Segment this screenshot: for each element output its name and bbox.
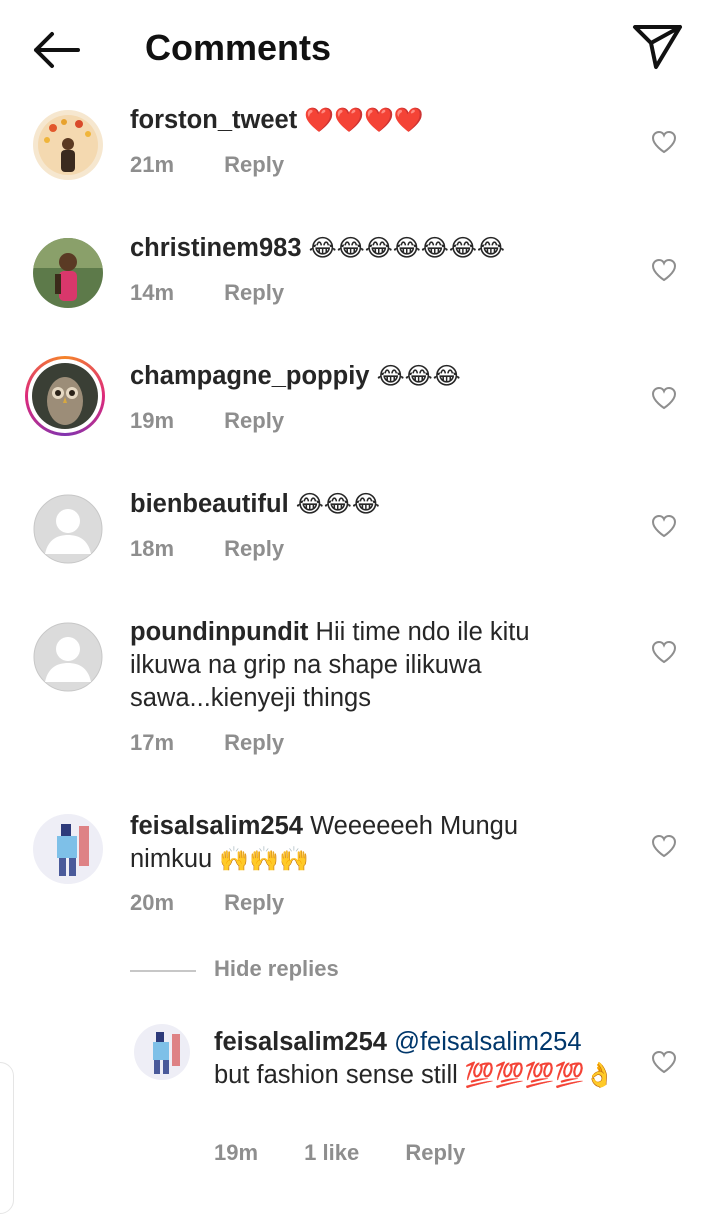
heart-icon[interactable]: [651, 130, 677, 154]
avatar[interactable]: [33, 494, 103, 564]
comment-item: feisalsalim254 Weeeeeeh Mungu nimkuu 🙌🙌🙌…: [0, 806, 720, 936]
comment-username[interactable]: champagne_poppiy: [130, 362, 369, 390]
comment-time: 20m: [130, 890, 175, 915]
top-bar: Comments: [0, 0, 720, 96]
reply-button[interactable]: Reply: [224, 536, 284, 562]
comment-username[interactable]: feisalsalim254: [130, 812, 303, 840]
reply-button[interactable]: Reply: [224, 152, 284, 178]
reply-button[interactable]: Reply: [405, 1140, 465, 1166]
avatar[interactable]: [33, 110, 103, 180]
comment-item: forston_tweet ❤️❤️❤️❤️ 21m Reply: [0, 100, 720, 220]
edge-panel-handle[interactable]: [0, 1062, 14, 1214]
reply-emoji: 💯💯💯💯👌: [464, 1061, 615, 1089]
comment-emoji: 😂😂😂: [376, 362, 461, 390]
comment-username[interactable]: forston_tweet: [130, 106, 297, 134]
reply-username[interactable]: feisalsalim254: [214, 1028, 387, 1056]
heart-icon[interactable]: [651, 834, 677, 858]
reply-text: but fashion sense still: [214, 1061, 458, 1089]
back-arrow-icon[interactable]: [28, 26, 84, 74]
comment-emoji: 😂😂😂: [295, 490, 380, 518]
heart-icon[interactable]: [651, 640, 677, 664]
reply-button[interactable]: Reply: [224, 890, 284, 916]
divider: [130, 970, 196, 972]
comment-username[interactable]: poundinpundit: [130, 618, 308, 646]
comment-time: 14m: [130, 280, 175, 305]
reply-time: 19m: [214, 1140, 259, 1165]
reply-button[interactable]: Reply: [224, 408, 284, 434]
avatar[interactable]: [134, 1024, 190, 1080]
comment-item: bienbeautiful 😂😂😂 18m Reply: [0, 484, 720, 604]
avatar[interactable]: [33, 238, 103, 308]
heart-icon[interactable]: [651, 514, 677, 538]
hide-replies-label[interactable]: Hide replies: [214, 956, 339, 982]
comment-username[interactable]: christinem983: [130, 234, 302, 262]
comment-time: 21m: [130, 152, 175, 177]
comment-item: champagne_poppiy 😂😂😂 19m Reply: [0, 356, 720, 476]
comment-username[interactable]: bienbeautiful: [130, 490, 289, 518]
comment-time: 19m: [130, 408, 175, 433]
comment-item: poundinpundit Hii time ndo ile kitu ilku…: [0, 612, 720, 782]
avatar[interactable]: [33, 814, 103, 884]
comment-time: 18m: [130, 536, 175, 561]
heart-icon[interactable]: [651, 258, 677, 282]
comment-time: 17m: [130, 730, 175, 755]
send-icon[interactable]: [630, 22, 686, 72]
comment-emoji: 🙌🙌🙌: [219, 845, 309, 873]
comment-emoji: 😂😂😂😂😂😂😂: [308, 234, 505, 262]
heart-icon[interactable]: [651, 1050, 677, 1074]
reply-button[interactable]: Reply: [224, 730, 284, 756]
story-ring-avatar[interactable]: [25, 356, 105, 436]
page-title: Comments: [145, 27, 332, 68]
reply-likes[interactable]: 1 like: [304, 1140, 359, 1166]
reply-item: feisalsalim254 @feisalsalim254 but fashi…: [0, 1010, 720, 1190]
avatar[interactable]: [33, 622, 103, 692]
reply-mention[interactable]: @feisalsalim254: [394, 1028, 581, 1056]
reply-button[interactable]: Reply: [224, 280, 284, 306]
heart-icon[interactable]: [651, 386, 677, 410]
comment-emoji: ❤️❤️❤️❤️: [304, 106, 424, 134]
comment-item: christinem983 😂😂😂😂😂😂😂 14m Reply: [0, 228, 720, 348]
